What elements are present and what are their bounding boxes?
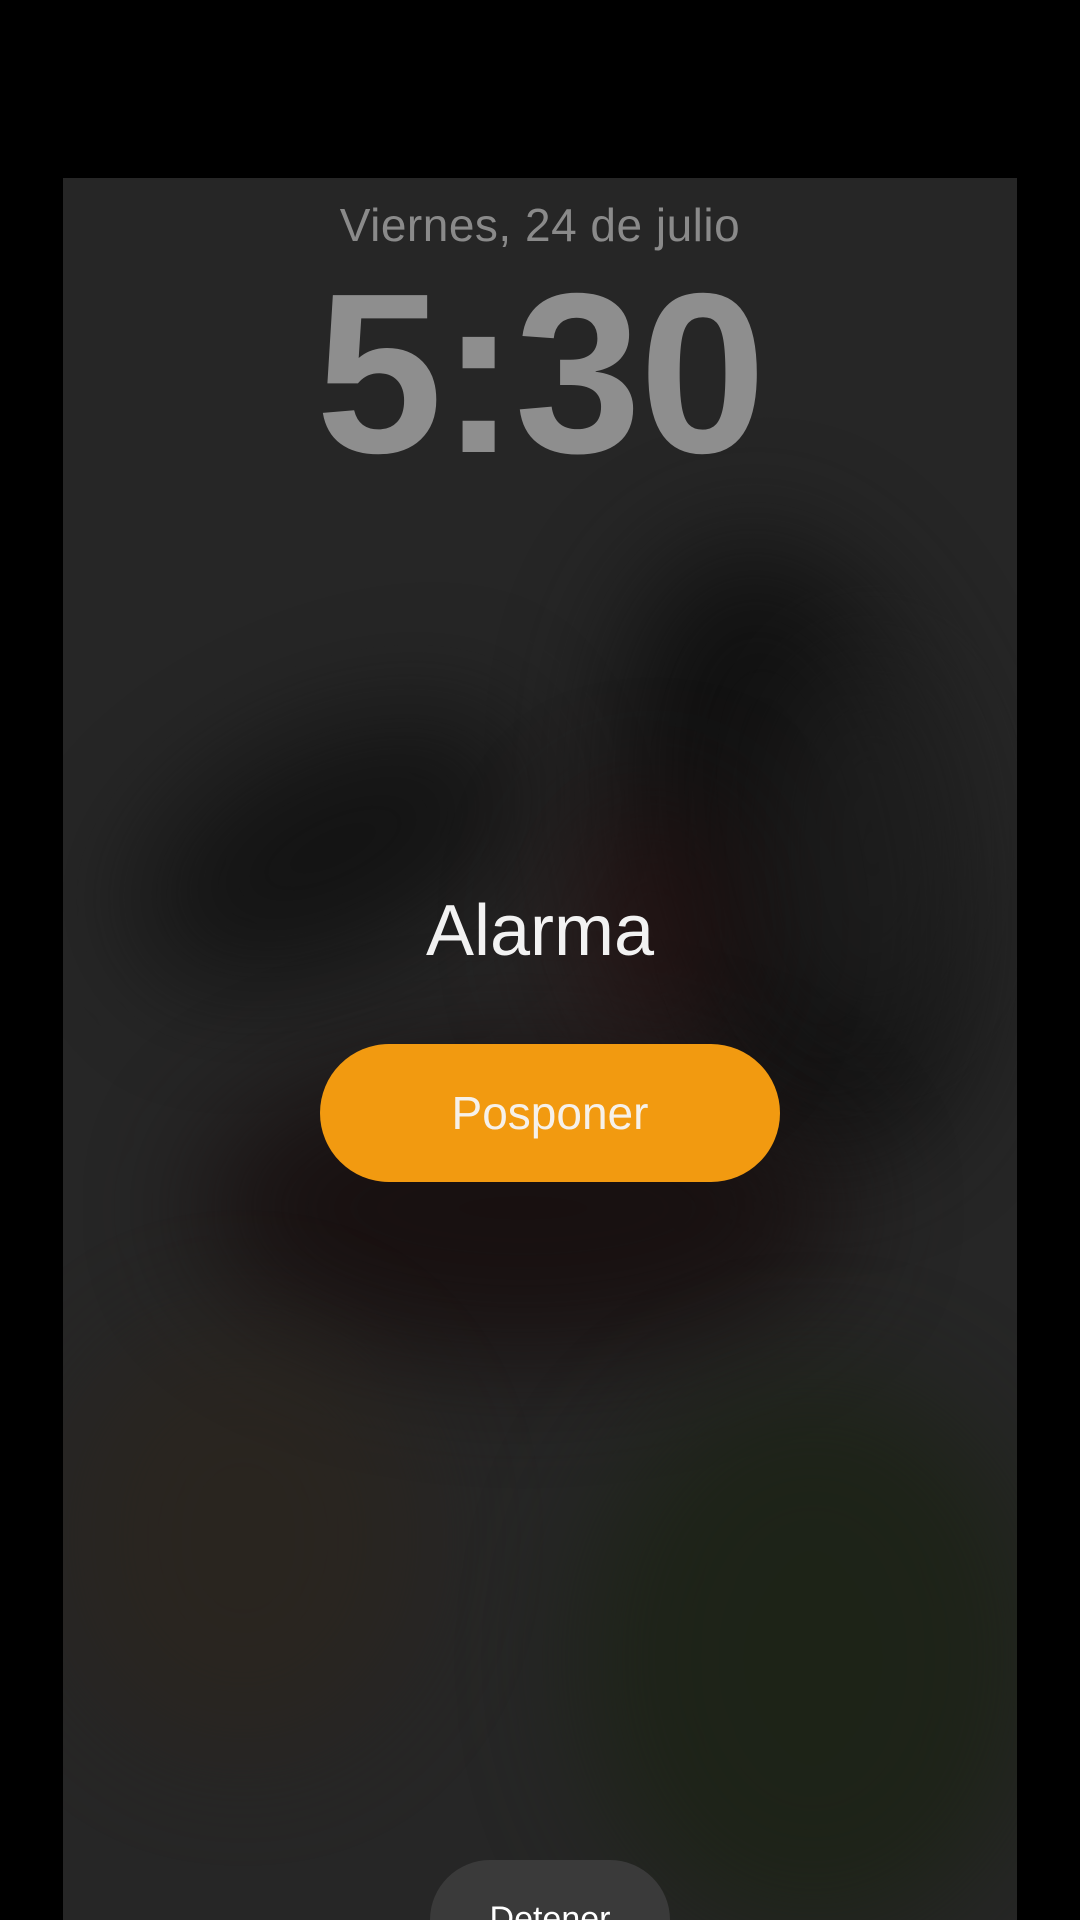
device-frame: Viernes, 24 de julio 5:30 Alarma Pospone… — [0, 0, 1080, 1920]
stop-button[interactable]: Detener — [430, 1860, 670, 1920]
wallpaper-blob — [63, 1328, 423, 1748]
lock-screen: Viernes, 24 de julio 5:30 Alarma Pospone… — [63, 178, 1017, 1920]
lock-screen-date: Viernes, 24 de julio — [339, 199, 741, 251]
alarm-title: Alarma — [425, 891, 655, 971]
lock-screen-clock: 5:30 — [315, 247, 766, 501]
stop-button-label: Detener — [489, 1900, 611, 1920]
snooze-button-label: Posponer — [451, 1087, 649, 1139]
wallpaper-blob — [96, 659, 570, 1037]
wallpaper-blob — [763, 638, 983, 1058]
snooze-button[interactable]: Posponer — [320, 1044, 780, 1182]
wallpaper-blob — [583, 1378, 1017, 1920]
